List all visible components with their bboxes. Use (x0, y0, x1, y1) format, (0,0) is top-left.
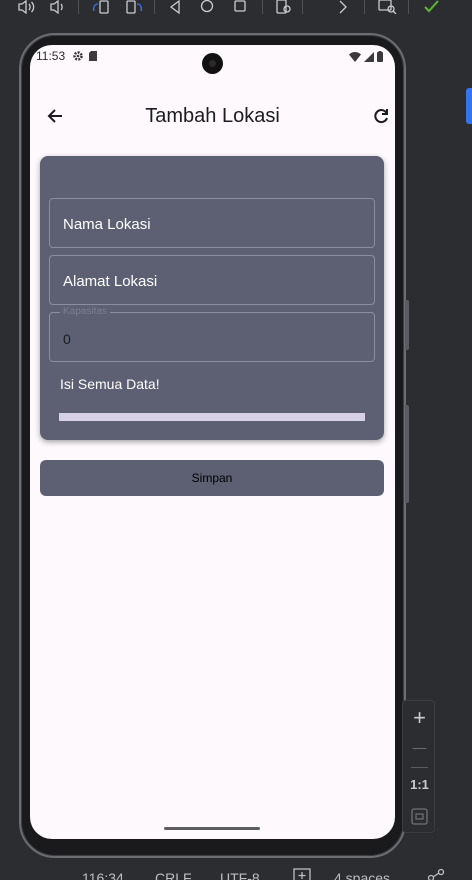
validation-message: Isi Semua Data! (60, 376, 160, 392)
fit-screen-icon[interactable] (403, 808, 436, 830)
vcs-icon[interactable] (427, 868, 445, 880)
refresh-icon[interactable] (370, 105, 392, 127)
settings-icon (72, 49, 84, 67)
zoom-reset-button[interactable]: 1:1 (403, 777, 436, 792)
page-title: Tambah Lokasi (145, 105, 280, 127)
device-screen: 11:53 Tambah Lokasi Nama Lokasi Alamat L… (30, 45, 395, 839)
battery-icon (377, 49, 383, 67)
wifi-icon (349, 49, 361, 67)
rotate-left-icon[interactable] (91, 0, 111, 14)
screenshot-settings-icon[interactable] (275, 0, 293, 14)
emulator-toolbar (0, 0, 472, 18)
location-address-field[interactable]: Alamat Lokasi (49, 255, 375, 305)
file-encoding[interactable]: UTF-8 (220, 870, 260, 880)
signal-icon (364, 49, 374, 67)
sd-card-icon (88, 49, 98, 67)
location-name-placeholder: Nama Lokasi (63, 216, 151, 233)
capacity-value: 0 (63, 331, 71, 347)
device-search-icon[interactable] (378, 0, 398, 14)
home-circle-icon[interactable] (200, 0, 214, 14)
ide-status-bar: 116:34 CRLF UTF-8 4 spaces (0, 862, 472, 880)
power-button (405, 300, 409, 350)
tool-window-stripe[interactable] (466, 88, 472, 124)
checkmark-icon[interactable] (424, 0, 440, 14)
zoom-panel: + — 1:1 (402, 700, 435, 833)
progress-bar (59, 413, 365, 421)
location-name-field[interactable]: Nama Lokasi (49, 198, 375, 248)
line-ending[interactable]: CRLF (155, 870, 192, 880)
back-triangle-icon[interactable] (168, 0, 182, 14)
status-time: 11:53 (36, 49, 66, 63)
zoom-in-button[interactable]: + (403, 705, 436, 731)
form-card: Nama Lokasi Alamat Lokasi Kapasitas 0 Is… (40, 156, 384, 440)
cursor-position[interactable]: 116:34 (82, 870, 124, 880)
indent-setting[interactable]: 4 spaces (334, 870, 390, 880)
volume-rocker (405, 405, 409, 503)
front-camera (202, 53, 223, 74)
capacity-label: Kapasitas (60, 306, 110, 317)
indent-settings-icon[interactable] (293, 868, 311, 880)
overview-square-icon[interactable] (233, 0, 247, 14)
progress-fill (59, 413, 365, 421)
rotate-right-icon[interactable] (124, 0, 144, 14)
save-button[interactable]: Simpan (40, 460, 384, 496)
app-bar: Tambah Lokasi (30, 97, 395, 137)
location-address-placeholder: Alamat Lokasi (63, 273, 158, 290)
volume-up-icon[interactable] (18, 0, 36, 14)
gesture-home-bar[interactable] (164, 827, 260, 830)
volume-down-icon[interactable] (50, 0, 66, 14)
capacity-field[interactable]: Kapasitas 0 (49, 306, 375, 362)
chevron-right-icon[interactable] (337, 0, 349, 14)
zoom-out-button[interactable]: — (403, 739, 436, 755)
